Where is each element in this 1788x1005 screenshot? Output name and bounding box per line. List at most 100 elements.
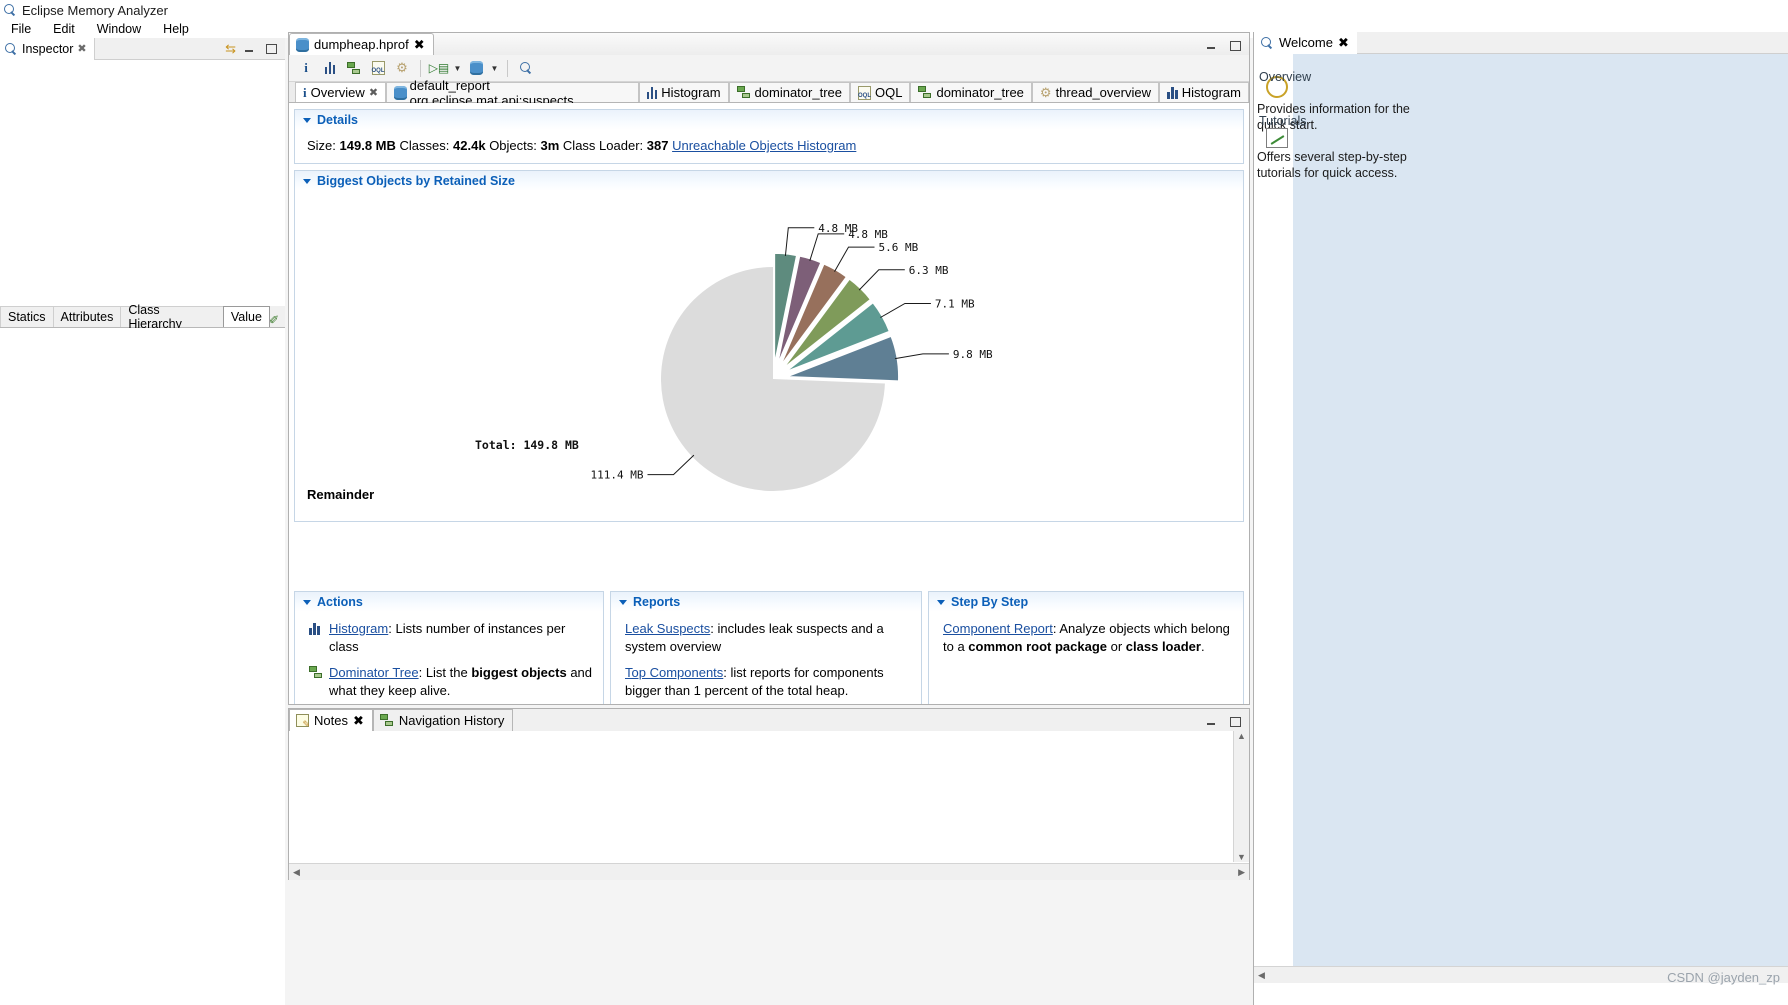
step-by-step-header[interactable]: Step By Step (929, 592, 1243, 612)
navigation-history-tab-label: Navigation History (398, 713, 505, 728)
close-icon[interactable]: ✖ (77, 42, 86, 55)
step-by-step-section: Step By Step Component Report: Analyze o… (928, 591, 1244, 704)
tab-value[interactable]: Value (222, 306, 270, 327)
tab-welcome[interactable]: Welcome ✖ (1254, 31, 1357, 54)
maximize-icon[interactable] (1228, 39, 1241, 52)
tab-notes[interactable]: Notes ✖ (289, 709, 373, 731)
collapse-triangle-icon[interactable] (303, 599, 311, 605)
histogram-button[interactable] (319, 57, 341, 79)
biggest-objects-header[interactable]: Biggest Objects by Retained Size (295, 171, 1243, 191)
queries-button[interactable]: ▷▤ (428, 57, 450, 79)
report-item-leak-suspects: Leak Suspects: includes leak suspects an… (625, 620, 911, 655)
histogram-icon (1166, 86, 1178, 99)
welcome-content: Overview Provides information for the qu… (1254, 54, 1788, 983)
search-button[interactable] (515, 57, 537, 79)
editor-tab-dumpheap[interactable]: dumpheap.hprof ✖ (289, 33, 434, 55)
subtab-label: dominator_tree (936, 85, 1024, 100)
subtab-overview[interactable]: i Overview ✖ (295, 82, 387, 102)
remainder-label: Remainder (307, 487, 375, 502)
close-icon[interactable]: ✖ (353, 713, 364, 729)
gear-icon: ⚙ (396, 60, 408, 75)
editor-tabrow: dumpheap.hprof ✖ (289, 33, 1249, 55)
subtab-default-report[interactable]: default_report org.eclipse.mat.api:suspe… (386, 78, 639, 108)
pie-label-5: 7.1 MB (935, 298, 975, 311)
pin-icon[interactable]: ✐ (269, 313, 285, 327)
unreachable-objects-histogram-link[interactable]: Unreachable Objects Histogram (672, 138, 856, 153)
heap-dump-editor: dumpheap.hprof ✖ i OQL ⚙ ▷▤ ▼ ▼ i Overvi… (288, 32, 1250, 705)
view-tab-inspector[interactable]: Inspector ✖ (0, 37, 95, 60)
subtab-dominator-tree-2[interactable]: dominator_tree (910, 82, 1032, 102)
subtab-oql[interactable]: OQL OQL (850, 82, 911, 102)
minimize-icon[interactable] (1205, 715, 1218, 728)
overview-info-button[interactable]: i (295, 57, 317, 79)
subtab-thread-overview[interactable]: ⚙ thread_overview (1031, 82, 1159, 102)
menu-file[interactable]: File (0, 21, 42, 37)
notes-text-area[interactable]: ▲ ▼ ◀ ▶ (289, 731, 1249, 880)
menu-edit[interactable]: Edit (42, 21, 86, 37)
step-text-after: . (1200, 638, 1205, 654)
restore-icon[interactable]: ⇆ (225, 41, 236, 57)
close-icon[interactable]: ✖ (1338, 35, 1349, 51)
actions-header[interactable]: Actions (295, 592, 603, 612)
menu-help[interactable]: Help (152, 21, 200, 37)
scroll-right-icon[interactable]: ▶ (1234, 867, 1249, 878)
scroll-left-icon[interactable]: ◀ (1254, 970, 1269, 981)
subtab-histogram-2[interactable]: Histogram (1158, 82, 1249, 102)
overview-content: Details Size: 149.8 MB Classes: 42.4k Ob… (289, 103, 1249, 704)
window-title: Eclipse Memory Analyzer (22, 2, 168, 18)
welcome-section-0-title[interactable]: Overview (1259, 70, 1379, 86)
oql-button[interactable]: OQL (367, 57, 389, 79)
tab-statics[interactable]: Statics (0, 306, 54, 327)
dominator-tree-button[interactable] (343, 57, 365, 79)
tab-navigation-history[interactable]: Navigation History (372, 709, 514, 731)
reports-header[interactable]: Reports (611, 592, 921, 612)
welcome-section-1-title[interactable]: Tutorials (1259, 114, 1379, 130)
gear-icon: ⚙ (1039, 84, 1052, 100)
histogram-link[interactable]: Histogram (329, 621, 388, 636)
tab-class-hierarchy[interactable]: Class Hierarchy (120, 303, 224, 331)
menu-window[interactable]: Window (86, 21, 152, 37)
queries-dropdown-arrow[interactable]: ▼ (452, 64, 463, 73)
collapse-triangle-icon[interactable] (619, 599, 627, 605)
details-summary: Size: 149.8 MB Classes: 42.4k Objects: 3… (295, 130, 1243, 163)
pie-label-7: 111.4 MB (591, 469, 644, 482)
collapse-triangle-icon[interactable] (303, 117, 311, 123)
dominator-tree-link[interactable]: Dominator Tree (329, 665, 419, 680)
close-icon[interactable]: ✖ (414, 37, 425, 53)
section-title: Details (317, 113, 358, 127)
scroll-up-icon[interactable]: ▲ (1233, 731, 1250, 741)
maximize-icon[interactable] (264, 42, 277, 55)
run-query-icon: ▷▤ (428, 61, 450, 75)
minimize-icon[interactable] (1205, 39, 1218, 52)
top-components-link[interactable]: Top Components (625, 665, 723, 680)
maximize-icon[interactable] (1228, 715, 1241, 728)
step-bold-1: common root package (968, 638, 1107, 654)
component-report-link[interactable]: Component Report (943, 621, 1053, 636)
leak-suspects-link[interactable]: Leak Suspects (625, 621, 710, 636)
notes-view: Notes ✖ Navigation History ▲ ▼ ◀ ▶ (288, 708, 1250, 880)
classes-value: 42.4k (453, 138, 486, 153)
collapse-triangle-icon[interactable] (937, 599, 945, 605)
subtab-histogram-1[interactable]: Histogram (638, 82, 729, 102)
reports-button[interactable] (465, 57, 487, 79)
subtab-dominator-tree-1[interactable]: dominator_tree (728, 82, 850, 102)
pie-leader-line-5 (880, 303, 931, 318)
retained-size-pie-chart[interactable]: 4.8 MB 4.8 MB 5.6 MB 6.3 MB 7.1 MB 9.8 MB 111.… (295, 191, 1243, 521)
scroll-down-icon[interactable]: ▼ (1233, 852, 1250, 862)
step-by-step-body: Component Report: Analyze objects which … (929, 612, 1243, 655)
step-item-component-report: Component Report: Analyze objects which … (943, 620, 1233, 655)
close-icon[interactable]: ✖ (369, 86, 378, 99)
tab-attributes[interactable]: Attributes (52, 306, 122, 327)
scroll-left-icon[interactable]: ◀ (289, 867, 304, 878)
collapse-triangle-icon[interactable] (303, 178, 311, 184)
welcome-tab-label: Welcome (1279, 35, 1333, 50)
thread-overview-button[interactable]: ⚙ (391, 57, 413, 79)
notes-horizontal-scrollbar[interactable]: ◀ ▶ (289, 863, 1249, 880)
details-section-header[interactable]: Details (295, 110, 1243, 130)
notes-vertical-scrollbar[interactable]: ▲ ▼ (1233, 731, 1249, 862)
minimize-icon[interactable] (243, 42, 256, 55)
pie-label-4: 6.3 MB (909, 264, 949, 277)
reports-dropdown-arrow[interactable]: ▼ (489, 64, 500, 73)
class-loader-value: 387 (646, 138, 669, 153)
report-item-top-components: Top Components: list reports for compone… (625, 664, 911, 699)
